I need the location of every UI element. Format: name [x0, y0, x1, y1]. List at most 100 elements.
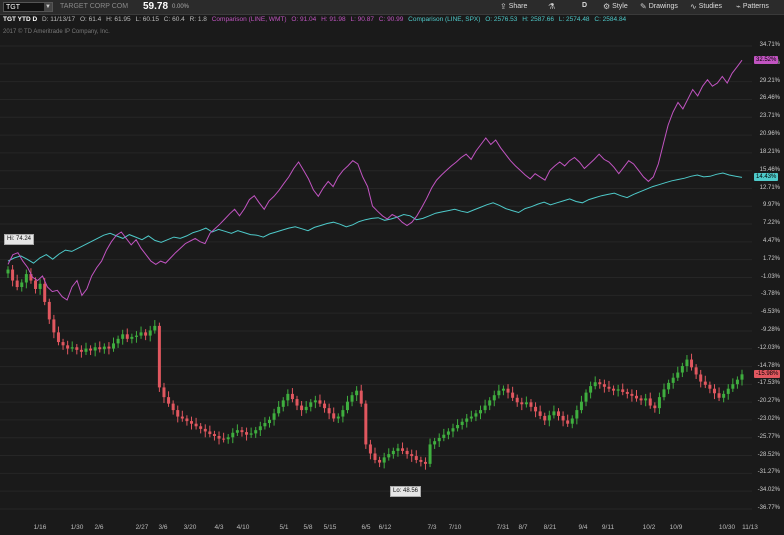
candle-body: [359, 390, 363, 404]
x-tick-label: 7/10: [448, 524, 462, 531]
candle-body: [277, 406, 281, 414]
candle-body: [327, 408, 331, 414]
legend-low: L: 60.15: [135, 16, 159, 23]
candle-body: [295, 399, 299, 406]
candle-body: [396, 448, 400, 451]
candle-body: [378, 459, 382, 463]
x-axis[interactable]: 1/16 1/30 2/6 2/27 3/6 3/20 4/3 4/10 5/1 5/8 5/15 6…: [0, 521, 784, 535]
x-tick-label: 10/9: [669, 524, 683, 531]
spx-low: L: 2574.48: [558, 16, 590, 23]
candle-body: [286, 393, 290, 401]
candle-body: [226, 437, 230, 440]
candle-body: [24, 274, 28, 283]
legend-range: R: 1.8: [189, 16, 207, 23]
candle-body: [373, 453, 377, 460]
candle-body: [98, 347, 102, 350]
patterns-button[interactable]: ⌁ Patterns: [736, 2, 769, 11]
y-tick-label: 15.46%: [759, 166, 780, 173]
price-chart[interactable]: [0, 27, 752, 521]
candle-body: [70, 347, 74, 349]
candle-body: [222, 438, 226, 440]
candle-body: [47, 301, 51, 320]
candle-body: [639, 398, 643, 401]
style-button[interactable]: ⚙ Style: [603, 2, 628, 11]
candle-body: [634, 395, 638, 399]
flask-button[interactable]: ⚗: [548, 2, 555, 11]
candle-body: [708, 384, 712, 389]
drawings-button[interactable]: ✎ Drawings: [640, 2, 678, 11]
flask-icon: ⚗: [548, 2, 556, 11]
candle-body: [355, 390, 359, 396]
candle-body: [217, 436, 221, 439]
candle-body: [740, 374, 744, 380]
y-tick-label: -9.28%: [760, 326, 780, 333]
candle-body: [38, 283, 42, 289]
candle-body: [474, 413, 478, 417]
candle-body: [20, 282, 24, 288]
y-axis[interactable]: 34.71%31.96%29.21%26.46%23.71%20.96%18.2…: [752, 27, 784, 521]
period-button[interactable]: D: [582, 2, 587, 9]
candle-body: [245, 432, 249, 435]
candle-body: [460, 421, 464, 425]
share-button[interactable]: ⇪ Share: [500, 2, 527, 11]
studies-button[interactable]: ∿ Studies: [690, 2, 722, 11]
x-tick-label: 3/6: [158, 524, 168, 531]
y-tick-label: -20.27%: [757, 398, 780, 405]
x-tick-label: 5/8: [303, 524, 313, 531]
candle-body: [208, 431, 212, 435]
candle-body: [501, 388, 505, 391]
candle-body: [529, 402, 533, 407]
period-label: D: [582, 2, 588, 9]
candle-body: [240, 430, 244, 433]
candle-body: [52, 319, 56, 333]
candle-body: [593, 382, 597, 387]
x-tick-label: 1/30: [70, 524, 84, 531]
candle-body: [479, 410, 483, 414]
x-tick-label: 8/7: [518, 524, 528, 531]
candle-body: [630, 393, 634, 396]
candle-body: [557, 411, 560, 416]
legend-high: H: 61.95: [106, 16, 131, 23]
candle-body: [364, 403, 368, 445]
candle-body: [414, 456, 418, 460]
candle-body: [6, 269, 10, 274]
candle-body: [446, 431, 450, 435]
y-tick-label: 26.46%: [759, 95, 780, 102]
candle-body: [281, 400, 285, 407]
candle-body: [437, 437, 441, 442]
candle-body: [341, 410, 345, 417]
candle-body: [543, 415, 547, 421]
candle-body: [144, 332, 148, 336]
wmt-price-flag: 32.52%: [754, 56, 779, 65]
patterns-label: Patterns: [742, 3, 769, 10]
candle-body: [644, 398, 648, 401]
tgt-price-flag: -15.98%: [754, 370, 781, 379]
wmt-low: L: 90.87: [350, 16, 374, 23]
spx-price-flag: 14.43%: [754, 173, 779, 182]
candle-body: [497, 390, 501, 396]
candle-body: [699, 374, 703, 382]
y-tick-label: 23.71%: [759, 113, 780, 120]
y-tick-label: -17.53%: [757, 380, 780, 387]
y-tick-label: 20.96%: [759, 131, 780, 138]
candle-body: [203, 428, 207, 432]
y-tick-label: -6.53%: [760, 309, 780, 316]
candle-body: [465, 418, 469, 422]
candle-body: [212, 434, 216, 437]
candle-body: [621, 389, 625, 392]
candle-body: [162, 387, 166, 398]
candle-body: [735, 379, 739, 385]
symbol-input[interactable]: TGT ▼: [3, 2, 53, 12]
wmt-close: C: 90.99: [378, 16, 404, 23]
x-tick-label: 4/3: [214, 524, 224, 531]
candle-body: [703, 381, 707, 385]
candle-body: [199, 426, 203, 429]
candle-body: [235, 430, 239, 433]
y-tick-label: 1.72%: [762, 255, 780, 262]
candle-body: [520, 402, 524, 405]
dropdown-icon[interactable]: ▼: [44, 3, 52, 11]
candle-body: [102, 346, 106, 350]
candle-body: [717, 393, 721, 398]
candle-body: [506, 388, 510, 393]
candle-body: [176, 410, 180, 417]
